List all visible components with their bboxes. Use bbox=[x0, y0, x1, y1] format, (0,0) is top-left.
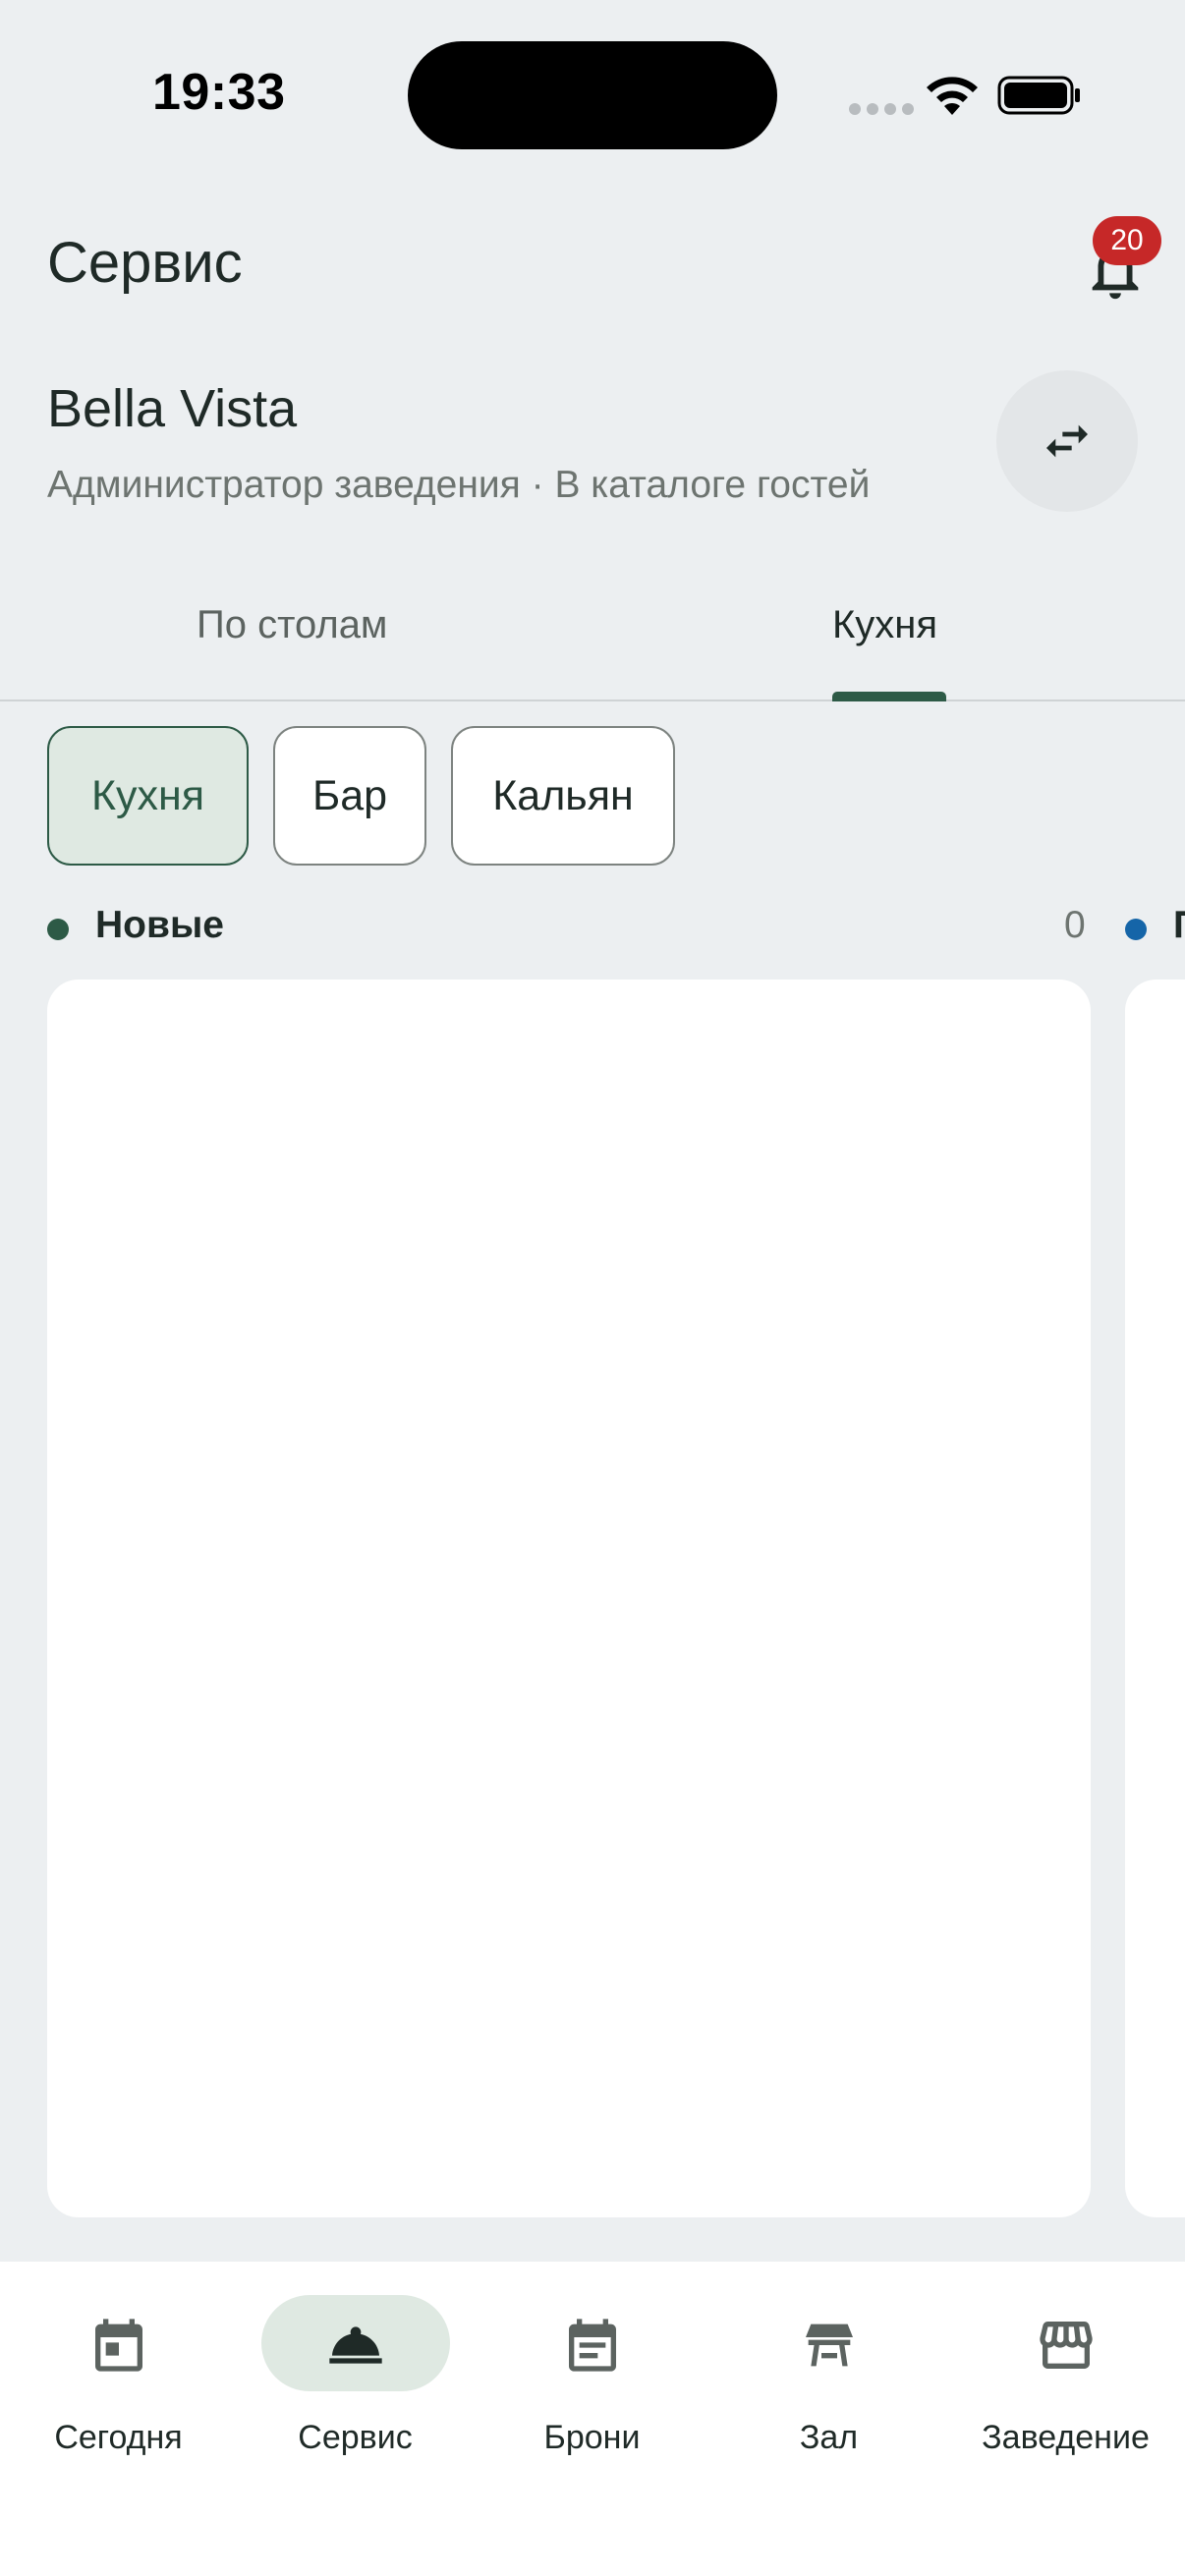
wifi-icon bbox=[927, 77, 978, 115]
tab-by-tables[interactable]: По столам bbox=[197, 603, 387, 647]
nav-item-service[interactable]: Сервис bbox=[237, 2262, 474, 2458]
filter-chip-hookah[interactable]: Кальян bbox=[451, 726, 675, 866]
calendar-today-icon bbox=[85, 2311, 153, 2380]
venue-name: Bella Vista bbox=[47, 379, 298, 438]
nav-item-reservations[interactable]: Брони bbox=[474, 2262, 710, 2458]
nav-item-venue[interactable]: Заведение bbox=[947, 2262, 1184, 2458]
dynamic-island bbox=[408, 41, 777, 149]
nav-label: Брони bbox=[543, 2419, 641, 2456]
venue-subtitle: Администратор заведения · В каталоге гос… bbox=[47, 464, 871, 506]
page-title: Сервис bbox=[47, 231, 243, 295]
tab-kitchen[interactable]: Кухня bbox=[832, 603, 937, 647]
nav-label: Сервис bbox=[298, 2419, 413, 2456]
column-title-new: Новые bbox=[95, 904, 224, 946]
screen: 19:33 Сервис 20 Bella Vista Администрато… bbox=[0, 0, 1185, 2576]
column-status-dot bbox=[1125, 919, 1147, 940]
store-icon bbox=[1032, 2311, 1100, 2380]
column-panel-next[interactable] bbox=[1125, 980, 1185, 2217]
column-panel-new[interactable] bbox=[47, 980, 1091, 2217]
tab-bar: По столам Кухня bbox=[0, 580, 1185, 701]
filter-chip-bar[interactable]: Бар bbox=[273, 726, 426, 866]
battery-icon bbox=[997, 76, 1080, 115]
column-count-new: 0 bbox=[1064, 904, 1086, 946]
nav-label: Сегодня bbox=[54, 2419, 183, 2456]
filter-chip-kitchen[interactable]: Кухня bbox=[47, 726, 249, 866]
column-status-dot bbox=[47, 919, 69, 940]
reservations-icon bbox=[558, 2311, 627, 2380]
swap-arrows-icon bbox=[1046, 424, 1088, 458]
notifications-badge: 20 bbox=[1093, 216, 1161, 265]
nav-item-today[interactable]: Сегодня bbox=[0, 2262, 237, 2458]
table-icon bbox=[795, 2311, 864, 2380]
nav-item-hall[interactable]: Зал bbox=[710, 2262, 947, 2458]
bottom-nav: Сегодня Сервис Брони Зал Заведение bbox=[0, 2262, 1185, 2576]
status-time: 19:33 bbox=[152, 64, 286, 121]
cellular-signal-icon bbox=[849, 103, 914, 115]
nav-label: Заведение bbox=[982, 2419, 1150, 2456]
column-title-next: П bbox=[1173, 904, 1185, 947]
tab-indicator bbox=[832, 692, 946, 701]
room-service-icon bbox=[321, 2311, 390, 2380]
switch-venue-button[interactable] bbox=[996, 370, 1138, 512]
nav-label: Зал bbox=[799, 2419, 859, 2456]
